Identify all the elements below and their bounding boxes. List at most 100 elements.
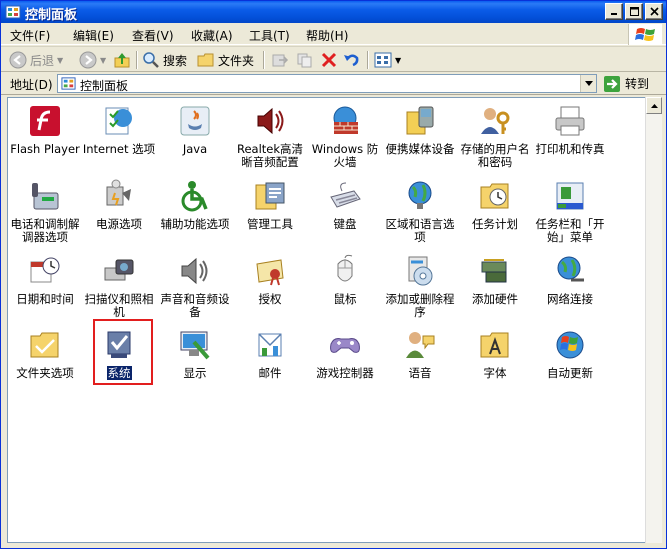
mail-icon bbox=[258, 333, 282, 357]
forward-arrow-icon bbox=[79, 51, 97, 69]
toolbar: 后退 ▼ ▼ 搜索 文件夹 ▼ bbox=[1, 46, 666, 72]
menu-tools[interactable]: 工具(T) bbox=[249, 27, 290, 44]
menu-help[interactable]: 帮助(H) bbox=[306, 27, 348, 44]
control-panel-item[interactable]: 系统 bbox=[82, 328, 156, 380]
control-panel-item[interactable]: Windows 防火墙 bbox=[308, 104, 382, 169]
window-title: 控制面板 bbox=[25, 8, 78, 23]
back-button[interactable]: 后退 ▼ bbox=[9, 50, 63, 70]
title-bar[interactable]: 控制面板 bbox=[1, 1, 666, 23]
control-panel-item[interactable]: 文件夹选项 bbox=[8, 328, 82, 380]
control-panel-item[interactable]: 声音和音频设备 bbox=[158, 254, 232, 319]
printer-icon bbox=[555, 106, 585, 136]
item-label: 区域和语言选项 bbox=[385, 217, 455, 244]
item-label: 网络连接 bbox=[547, 292, 593, 306]
internet-options-icon bbox=[105, 107, 132, 135]
delete-button[interactable] bbox=[320, 50, 338, 70]
control-panel-item[interactable]: 邮件 bbox=[233, 328, 307, 380]
maximize-button[interactable] bbox=[625, 3, 643, 20]
item-label: 字体 bbox=[483, 366, 507, 380]
back-arrow-icon bbox=[9, 51, 27, 69]
move-to-button[interactable] bbox=[271, 50, 289, 70]
delete-x-icon bbox=[321, 52, 337, 68]
item-label: 显示 bbox=[183, 366, 207, 380]
control-panel-item[interactable]: 辅助功能选项 bbox=[158, 179, 232, 231]
control-panel-item[interactable]: Internet 选项 bbox=[82, 104, 156, 156]
forward-button[interactable]: ▼ bbox=[79, 50, 106, 70]
undo-button[interactable] bbox=[343, 50, 361, 70]
control-panel-icon bbox=[5, 5, 21, 19]
control-panel-item[interactable]: 添加或删除程序 bbox=[383, 254, 457, 319]
copy-to-button[interactable] bbox=[296, 50, 314, 70]
control-panel-icon-view: Flash Player Internet 选项 Java Realtek高清晰音频配… bbox=[7, 97, 647, 543]
control-panel-item[interactable]: 任务计划 bbox=[458, 179, 532, 231]
scanner-camera-icon bbox=[104, 259, 134, 281]
up-button[interactable] bbox=[113, 50, 131, 70]
address-input[interactable]: 控制面板 bbox=[57, 74, 597, 93]
move-to-icon bbox=[272, 54, 289, 67]
add-remove-programs-icon bbox=[408, 256, 433, 286]
control-panel-item[interactable]: 键盘 bbox=[308, 179, 382, 231]
control-panel-item[interactable]: 字体 bbox=[458, 328, 532, 380]
windows-flag-icon bbox=[634, 27, 655, 41]
control-panel-item[interactable]: 电话和调制解调器选项 bbox=[8, 179, 82, 244]
maximize-icon bbox=[629, 7, 639, 16]
folder-options-icon bbox=[30, 332, 59, 358]
item-label: Internet 选项 bbox=[82, 142, 156, 156]
windows-logo bbox=[628, 24, 662, 45]
date-time-icon bbox=[30, 257, 60, 283]
close-button[interactable] bbox=[645, 3, 663, 20]
stored-credentials-icon bbox=[481, 108, 510, 134]
item-label: 添加或删除程序 bbox=[385, 292, 455, 319]
control-panel-item[interactable]: Realtek高清晰音频配置 bbox=[233, 104, 307, 169]
address-dropdown-button[interactable] bbox=[580, 75, 596, 92]
control-panel-item[interactable]: 便携媒体设备 bbox=[383, 104, 457, 156]
control-panel-item[interactable]: 任务栏和「开始」菜单 bbox=[533, 179, 607, 244]
toolbar-separator bbox=[136, 51, 138, 69]
control-panel-item[interactable]: 自动更新 bbox=[533, 328, 607, 380]
phone-modem-icon bbox=[32, 183, 59, 210]
control-panel-item[interactable]: 存储的用户名和密码 bbox=[458, 104, 532, 169]
scroll-up-button[interactable] bbox=[646, 97, 662, 114]
control-panel-item[interactable]: 电源选项 bbox=[82, 179, 156, 231]
item-label: 自动更新 bbox=[547, 366, 593, 380]
control-panel-item[interactable]: 日期和时间 bbox=[8, 254, 82, 306]
go-button[interactable]: 转到 bbox=[603, 74, 659, 93]
add-hardware-icon bbox=[481, 259, 507, 283]
menu-favorites[interactable]: 收藏(A) bbox=[191, 27, 233, 44]
control-panel-item[interactable]: Java bbox=[158, 104, 232, 156]
control-panel-item[interactable]: 显示 bbox=[158, 328, 232, 380]
control-panel-item[interactable]: 网络连接 bbox=[533, 254, 607, 306]
minimize-icon bbox=[610, 13, 617, 15]
license-icon bbox=[256, 259, 284, 286]
search-button[interactable]: 搜索 bbox=[142, 50, 187, 70]
speech-icon bbox=[406, 332, 435, 358]
menu-edit[interactable]: 编辑(E) bbox=[73, 27, 114, 44]
address-bar: 地址(D) 控制面板 转到 bbox=[1, 72, 666, 95]
control-panel-item[interactable]: Flash Player bbox=[8, 104, 82, 156]
vertical-scrollbar[interactable] bbox=[645, 97, 662, 543]
system-icon bbox=[107, 331, 131, 358]
control-panel-item[interactable]: 管理工具 bbox=[233, 179, 307, 231]
back-label: 后退 bbox=[30, 53, 55, 68]
firewall-icon bbox=[333, 106, 358, 134]
control-panel-item[interactable]: 添加硬件 bbox=[458, 254, 532, 306]
control-panel-item[interactable]: 打印机和传真 bbox=[533, 104, 607, 156]
views-button[interactable]: ▼ bbox=[374, 50, 401, 70]
item-label: 游戏控制器 bbox=[316, 366, 374, 380]
control-panel-item[interactable]: 扫描仪和照相机 bbox=[82, 254, 156, 319]
menu-file[interactable]: 文件(F) bbox=[10, 27, 50, 44]
item-label: 日期和时间 bbox=[16, 292, 74, 306]
control-panel-item[interactable]: 游戏控制器 bbox=[308, 328, 382, 380]
item-label: 语音 bbox=[408, 366, 432, 380]
item-label: 辅助功能选项 bbox=[160, 217, 230, 231]
control-panel-item[interactable]: 授权 bbox=[233, 254, 307, 306]
control-panel-item[interactable]: 区域和语言选项 bbox=[383, 179, 457, 244]
menu-view[interactable]: 查看(V) bbox=[132, 27, 174, 44]
control-panel-item[interactable]: 鼠标 bbox=[308, 254, 382, 306]
item-label: 任务栏和「开始」菜单 bbox=[535, 217, 605, 244]
go-label: 转到 bbox=[625, 77, 650, 91]
control-panel-item[interactable]: 语音 bbox=[383, 328, 457, 380]
folders-button[interactable]: 文件夹 bbox=[197, 50, 254, 70]
minimize-button[interactable] bbox=[605, 3, 623, 20]
back-dropdown-icon: ▼ bbox=[57, 55, 64, 65]
